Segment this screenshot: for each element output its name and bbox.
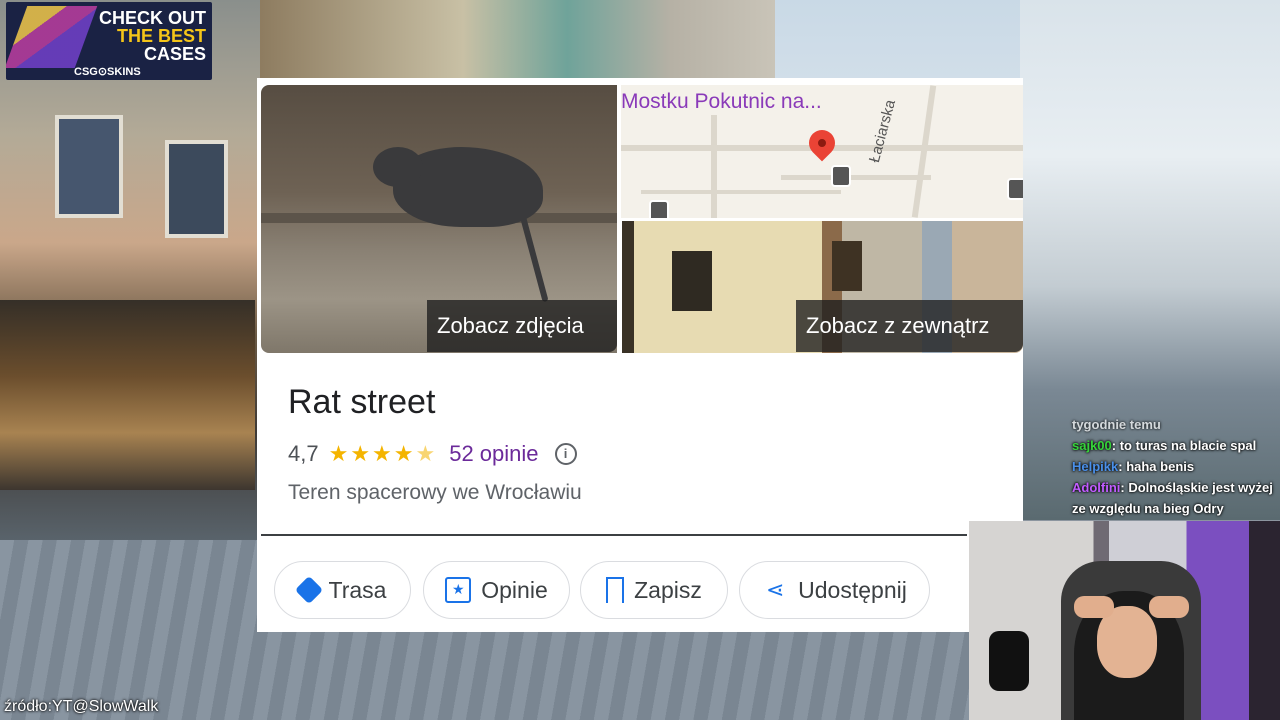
chat-message: Helpikk: haha benis bbox=[1072, 456, 1278, 477]
directions-label: Trasa bbox=[328, 576, 387, 603]
background-buildings-top bbox=[255, 0, 775, 80]
rating-value: 4,7 bbox=[288, 441, 319, 466]
save-label: Zapisz bbox=[634, 576, 702, 603]
chat-overlay: tygodnie temu sajk00: to turas na blacie… bbox=[1072, 414, 1278, 519]
save-button[interactable]: Zapisz bbox=[580, 561, 728, 619]
sponsor-banner[interactable]: CHECK OUT THE BEST CASES CSG⊙SKINS bbox=[6, 2, 212, 80]
source-caption: źródło:YT@SlowWalk bbox=[4, 698, 159, 715]
chat-message: sajk00: to turas na blacie spal bbox=[1072, 435, 1278, 456]
background-window bbox=[165, 140, 228, 238]
place-title: Rat street bbox=[288, 383, 436, 421]
bus-stop-icon bbox=[1007, 178, 1023, 200]
chat-partial-line: tygodnie temu bbox=[1072, 417, 1161, 432]
bus-stop-icon bbox=[649, 200, 669, 218]
chat-username: Helpikk bbox=[1072, 459, 1119, 474]
chat-username: sajk00 bbox=[1072, 438, 1112, 453]
background-shopfront bbox=[0, 300, 255, 490]
divider bbox=[261, 534, 967, 536]
sponsor-line-3: CASES bbox=[143, 44, 206, 64]
sponsor-line-2: THE BEST bbox=[116, 26, 206, 46]
info-icon[interactable]: i bbox=[554, 443, 577, 465]
rating-row: 4,7 ★★★★★ 52 opinie i bbox=[288, 440, 577, 468]
share-button[interactable]: ⋖ Udostępnij bbox=[739, 561, 930, 619]
see-outside-button[interactable]: Zobacz z zewnątrz bbox=[796, 300, 1023, 352]
reviews-link[interactable]: 52 opinie bbox=[449, 441, 538, 467]
share-icon: ⋖ bbox=[765, 577, 785, 602]
reviews-button[interactable]: ★ Opinie bbox=[423, 561, 570, 619]
see-photos-button[interactable]: Zobacz zdjęcia bbox=[427, 300, 617, 352]
streamer-arm bbox=[1149, 596, 1189, 618]
share-label: Udostępnij bbox=[798, 576, 907, 603]
bus-stop-icon bbox=[831, 165, 851, 187]
map-pin-icon bbox=[803, 124, 841, 162]
reviews-icon: ★ bbox=[445, 577, 472, 603]
directions-button[interactable]: Trasa bbox=[274, 561, 411, 619]
rat-head bbox=[373, 147, 423, 187]
reviews-label: Opinie bbox=[481, 576, 548, 603]
chat-username: Adolfini bbox=[1072, 480, 1121, 495]
rating-stars-icon: ★★★★★ bbox=[328, 441, 438, 466]
knife-icon bbox=[6, 6, 98, 68]
place-category: Teren spacerowy we Wrocławiu bbox=[288, 481, 582, 504]
bookmark-icon bbox=[606, 577, 625, 603]
directions-icon bbox=[294, 575, 323, 605]
rat-tail bbox=[519, 213, 549, 303]
chat-text: : to turas na blacie spal bbox=[1111, 438, 1257, 453]
building-window bbox=[832, 241, 862, 291]
microphone-icon bbox=[989, 631, 1029, 691]
map-poi-label: Mostku Pokutnic na... bbox=[621, 90, 822, 113]
building-window bbox=[672, 251, 712, 311]
map-thumbnail[interactable]: Mostku Pokutnic na... Łaciarska bbox=[621, 85, 1023, 218]
map-street-label: Łaciarska bbox=[866, 97, 900, 165]
sponsor-brand: CSG⊙SKINS bbox=[74, 66, 141, 78]
chat-text: : haha benis bbox=[1118, 459, 1195, 474]
background-window bbox=[55, 115, 123, 218]
webcam-overlay bbox=[969, 521, 1280, 720]
chat-message: Adolfini: Dolnośląskie jest wyżej ze wzg… bbox=[1072, 477, 1278, 519]
sponsor-line-1: CHECK OUT bbox=[99, 8, 206, 28]
streamer-arm bbox=[1074, 596, 1114, 618]
